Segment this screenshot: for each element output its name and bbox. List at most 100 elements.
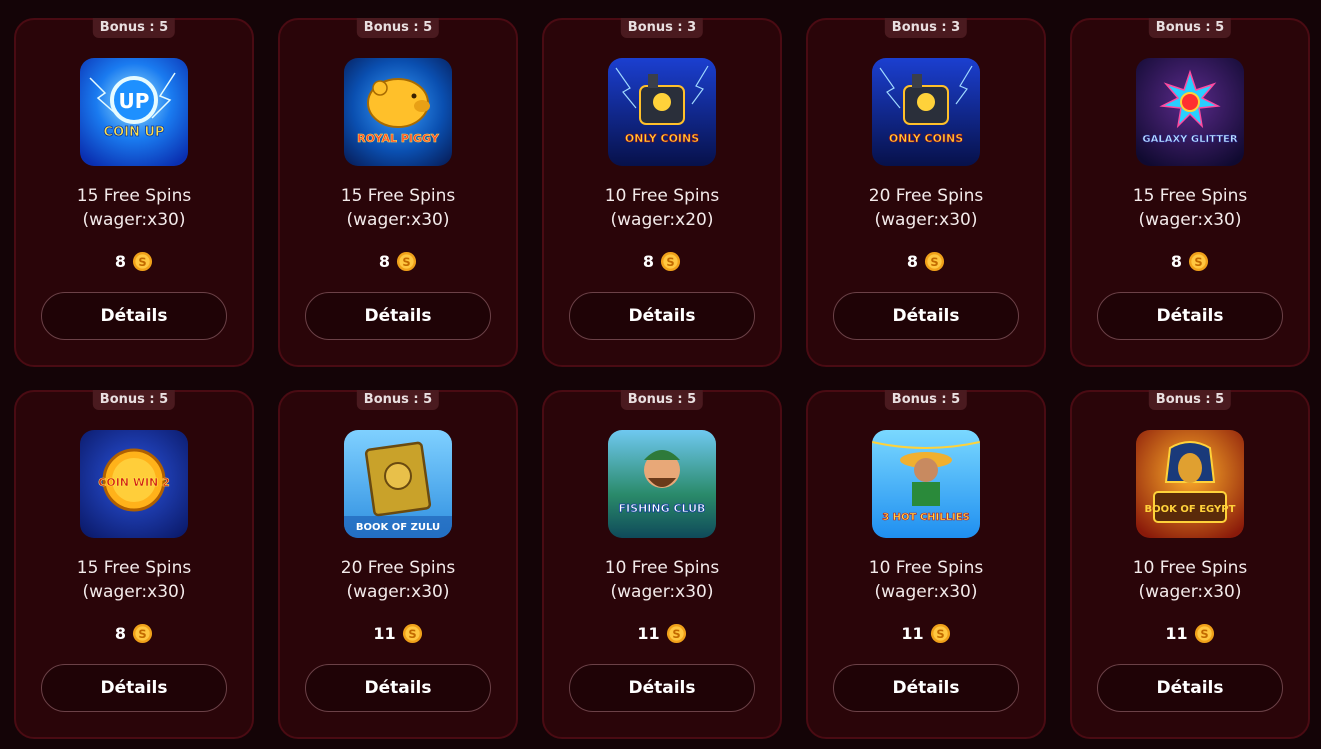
- free-spins-text: 20 Free Spins (wager:x30): [868, 186, 984, 230]
- svg-text:S: S: [1194, 255, 1202, 269]
- details-button[interactable]: Détails: [569, 664, 755, 712]
- price: 8 S: [808, 251, 1044, 272]
- svg-text:S: S: [1200, 627, 1208, 641]
- price: 11 S: [808, 623, 1044, 644]
- game-thumbnail-coin-win-2[interactable]: COIN WIN 2: [80, 430, 188, 538]
- gold-coin-icon: S: [402, 623, 422, 644]
- game-thumbnail-royal-piggy[interactable]: ROYAL PIGGY: [344, 58, 452, 166]
- bonus-card: Bonus : 3 ONLY COINS 10 Free Spins (wager…: [542, 18, 782, 367]
- details-button[interactable]: Détails: [41, 292, 227, 340]
- bonus-card: Bonus : 5 3 HOT CHILLIES 10 Free Spins (w…: [806, 390, 1046, 739]
- game-logo-text: ONLY COINS: [625, 132, 699, 145]
- price-value: 11: [373, 624, 396, 643]
- game-logo-text: COIN WIN 2: [98, 476, 169, 489]
- bonus-card: Bonus : 5 UP COIN UP 15 Free Spins (wager…: [14, 18, 254, 367]
- bonus-badge: Bonus : 5: [92, 390, 176, 410]
- svg-text:S: S: [936, 627, 944, 641]
- game-thumbnail-only-coins-express[interactable]: ONLY COINS: [608, 58, 716, 166]
- svg-text:S: S: [666, 255, 674, 269]
- price: 8 S: [16, 623, 252, 644]
- details-button[interactable]: Détails: [833, 664, 1019, 712]
- details-button[interactable]: Détails: [833, 292, 1019, 340]
- svg-text:S: S: [930, 255, 938, 269]
- game-logo-text: FISHING CLUB: [619, 502, 706, 515]
- game-logo-text: 3 HOT CHILLIES: [882, 512, 970, 523]
- bonus-badge: Bonus : 5: [884, 390, 968, 410]
- free-spins-text: 15 Free Spins (wager:x30): [340, 186, 456, 230]
- price: 8 S: [544, 251, 780, 272]
- price: 11 S: [1072, 623, 1308, 644]
- bonus-badge: Bonus : 5: [1148, 390, 1232, 410]
- svg-text:S: S: [138, 255, 146, 269]
- bonus-badge: Bonus : 3: [884, 18, 968, 38]
- price: 8 S: [1072, 251, 1308, 272]
- gold-coin-icon: S: [1189, 251, 1209, 272]
- game-thumbnail-coin-up[interactable]: UP COIN UP: [80, 58, 188, 166]
- game-thumbnail-3-hot-chillies[interactable]: 3 HOT CHILLIES: [872, 430, 980, 538]
- gold-coin-icon: S: [666, 623, 686, 644]
- svg-text:S: S: [672, 627, 680, 641]
- free-spins-text: 20 Free Spins (wager:x30): [340, 558, 456, 602]
- price-value: 8: [378, 252, 391, 271]
- gold-coin-icon: S: [1194, 623, 1214, 644]
- game-logo-text: BOOK OF ZULU: [356, 522, 440, 533]
- price-value: 11: [637, 624, 660, 643]
- bonus-badge: Bonus : 5: [620, 390, 704, 410]
- game-thumbnail-book-of-zulu[interactable]: BOOK OF ZULU: [344, 430, 452, 538]
- gold-coin-icon: S: [661, 251, 681, 272]
- price-value: 8: [114, 624, 127, 643]
- price-value: 8: [642, 252, 655, 271]
- bonus-card: Bonus : 5 BOOK OF EGYPT 10 Free Spins (wa…: [1070, 390, 1310, 739]
- gold-coin-icon: S: [133, 623, 153, 644]
- details-button[interactable]: Détails: [1097, 664, 1283, 712]
- gold-coin-icon: S: [930, 623, 950, 644]
- game-thumbnail-only-coins-express[interactable]: ONLY COINS: [872, 58, 980, 166]
- game-logo-text: ONLY COINS: [889, 132, 963, 145]
- svg-text:UP: UP: [119, 89, 150, 113]
- svg-text:S: S: [138, 627, 146, 641]
- game-thumbnail-book-of-egypt[interactable]: BOOK OF EGYPT: [1136, 430, 1244, 538]
- price-value: 8: [906, 252, 919, 271]
- price-value: 11: [1165, 624, 1188, 643]
- details-button[interactable]: Détails: [41, 664, 227, 712]
- free-spins-text: 10 Free Spins (wager:x20): [604, 186, 720, 230]
- bonus-card: Bonus : 5 FISHING CLUB 10 Free Spins (wag…: [542, 390, 782, 739]
- game-thumbnail-fishing-club[interactable]: FISHING CLUB: [608, 430, 716, 538]
- free-spins-text: 15 Free Spins (wager:x30): [1132, 186, 1248, 230]
- bonus-badge: Bonus : 5: [92, 18, 176, 38]
- game-logo-text: COIN UP: [104, 125, 165, 140]
- price-value: 8: [114, 252, 127, 271]
- free-spins-text: 15 Free Spins (wager:x30): [76, 186, 192, 230]
- gold-coin-icon: S: [397, 251, 417, 272]
- bonus-badge: Bonus : 5: [356, 18, 440, 38]
- free-spins-text: 10 Free Spins (wager:x30): [604, 558, 720, 602]
- bonus-card: Bonus : 3 ONLY COINS 20 Free Spins (wager…: [806, 18, 1046, 367]
- game-logo-text: BOOK OF EGYPT: [1145, 504, 1236, 515]
- details-button[interactable]: Détails: [569, 292, 755, 340]
- bonus-card: Bonus : 5 ROYAL PIGGY 15 Free Spins (wage…: [278, 18, 518, 367]
- bonus-grid: Bonus : 5 UP COIN UP 15 Free Spins (wager…: [14, 18, 1310, 739]
- price: 8 S: [16, 251, 252, 272]
- game-logo-text: GALAXY GLITTER: [1142, 134, 1237, 145]
- svg-text:S: S: [408, 627, 416, 641]
- price: 11 S: [280, 623, 516, 644]
- bonus-badge: Bonus : 3: [620, 18, 704, 38]
- bonus-badge: Bonus : 5: [1148, 18, 1232, 38]
- gold-coin-icon: S: [925, 251, 945, 272]
- gold-coin-icon: S: [133, 251, 153, 272]
- details-button[interactable]: Détails: [305, 292, 491, 340]
- game-logo-text: ROYAL PIGGY: [357, 132, 440, 145]
- free-spins-text: 10 Free Spins (wager:x30): [1132, 558, 1248, 602]
- bonus-card: Bonus : 5 COIN WIN 2 15 Free Spins (wager…: [14, 390, 254, 739]
- price: 11 S: [544, 623, 780, 644]
- bonus-card: Bonus : 5 GALAXY GLITTER 15 Free Spins (w…: [1070, 18, 1310, 367]
- svg-text:S: S: [402, 255, 410, 269]
- details-button[interactable]: Détails: [305, 664, 491, 712]
- details-button[interactable]: Détails: [1097, 292, 1283, 340]
- price: 8 S: [280, 251, 516, 272]
- bonus-badge: Bonus : 5: [356, 390, 440, 410]
- free-spins-text: 10 Free Spins (wager:x30): [868, 558, 984, 602]
- price-value: 11: [901, 624, 924, 643]
- game-thumbnail-galaxy-glitter[interactable]: GALAXY GLITTER: [1136, 58, 1244, 166]
- free-spins-text: 15 Free Spins (wager:x30): [76, 558, 192, 602]
